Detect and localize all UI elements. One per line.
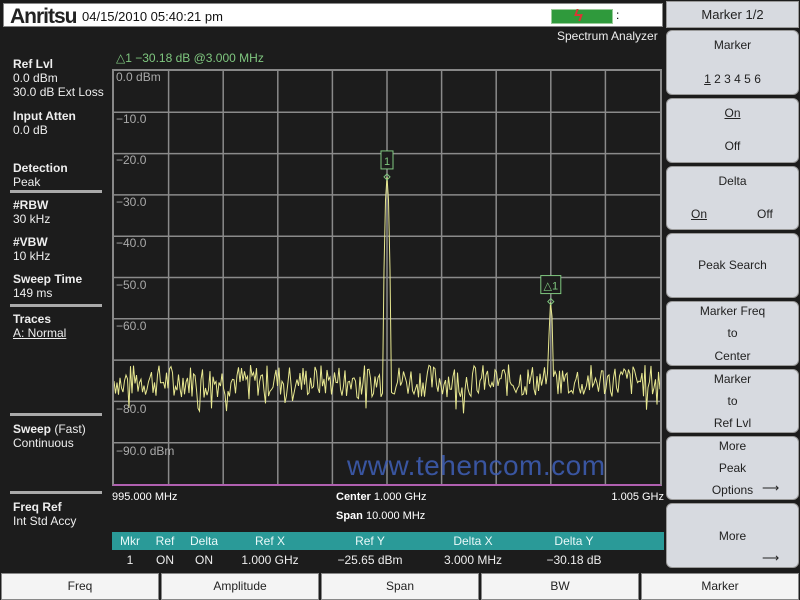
more-peak-options-button[interactable]: More Peak Options ⟶ bbox=[666, 436, 799, 500]
delta-button[interactable]: Delta On Off bbox=[666, 166, 799, 230]
y-tick-label: −40.0 bbox=[116, 236, 147, 250]
span: Span 10.000 MHz bbox=[336, 510, 426, 522]
marker-label: 1 bbox=[384, 156, 390, 168]
arrow-right-icon: ⟶ bbox=[762, 551, 780, 565]
table-cell: 1.000 GHz bbox=[241, 553, 299, 567]
start-freq: 995.000 MHz bbox=[112, 491, 178, 503]
table-row: 1 ON ON 1.000 GHz −25.65 dBm 3.000 MHz −30.18 … bbox=[112, 550, 664, 570]
menu-amplitude[interactable]: Amplitude bbox=[161, 573, 319, 600]
menu-span[interactable]: Span bbox=[321, 573, 479, 600]
marker-label: △1 bbox=[544, 281, 559, 293]
marker-on-off-button[interactable]: On Off bbox=[666, 98, 799, 163]
battery-indicator: : bbox=[616, 8, 620, 22]
column-header: Ref bbox=[155, 534, 175, 548]
column-header: Delta Y bbox=[554, 534, 594, 548]
divider bbox=[10, 491, 102, 494]
table-cell: ON bbox=[195, 553, 213, 567]
arrow-right-icon: ⟶ bbox=[762, 481, 780, 495]
divider bbox=[10, 190, 102, 193]
y-tick-label: −10.0 bbox=[116, 111, 147, 126]
table-cell: −25.65 dBm bbox=[337, 553, 403, 567]
divider bbox=[10, 413, 102, 416]
column-header: Delta bbox=[189, 534, 218, 548]
spectrum-plot[interactable]: 1 △1 bbox=[112, 69, 662, 486]
vbw: #VBW 10 kHz bbox=[13, 235, 51, 263]
detection: Detection Peak bbox=[13, 161, 68, 189]
y-tick-label: −60.0 bbox=[116, 319, 147, 333]
y-tick-label: −80.0 bbox=[116, 402, 147, 416]
table-cell: −30.18 dB bbox=[546, 553, 602, 567]
rbw: #RBW 30 kHz bbox=[13, 198, 51, 226]
marker-table: Mkr Ref Delta Ref X Ref Y Delta X Delta Y 1 ON O… bbox=[112, 532, 664, 570]
datetime: 04/15/2010 05:40:21 pm bbox=[82, 9, 223, 24]
anritsu-logo: Anritsu bbox=[10, 5, 77, 28]
watermark: www.tehencom.com bbox=[347, 450, 606, 481]
center-freq: Center 1.000 GHz bbox=[336, 491, 427, 503]
divider bbox=[10, 304, 102, 307]
marker-freq-to-center-button[interactable]: Marker Freq to Center bbox=[666, 301, 799, 366]
column-header: Ref X bbox=[254, 534, 285, 548]
battery-charging-icon: ϟ bbox=[551, 6, 613, 25]
column-header: Ref Y bbox=[355, 534, 385, 548]
sweep-time: Sweep Time 149 ms bbox=[13, 272, 83, 300]
table-header: Mkr Ref Delta Ref X Ref Y Delta X Delta Y bbox=[112, 532, 664, 550]
stop-freq: 1.005 GHz bbox=[611, 491, 664, 503]
y-tick-label: 0.0 dBm bbox=[116, 70, 161, 84]
marker-readout: △1 −30.18 dB @3.000 MHz bbox=[116, 51, 264, 65]
peak-search-button[interactable]: Peak Search bbox=[666, 233, 799, 298]
y-tick-label: −90.0 dBm bbox=[116, 443, 175, 458]
mode-label: Spectrum Analyzer bbox=[557, 29, 658, 43]
sweep: Sweep (Fast) Continuous bbox=[13, 422, 86, 450]
title-bar: Anritsu 04/15/2010 05:40:21 pm ϟ : bbox=[3, 3, 663, 28]
column-header: Mkr bbox=[120, 534, 140, 548]
input-atten: Input Atten 0.0 dB bbox=[13, 109, 76, 137]
y-tick-label: −20.0 bbox=[116, 153, 147, 167]
table-cell: ON bbox=[156, 553, 174, 567]
menu-freq[interactable]: Freq bbox=[1, 573, 159, 600]
column-header: Delta X bbox=[453, 534, 493, 548]
y-tick-label: −50.0 bbox=[116, 277, 147, 292]
softkey-menu-title: Marker 1/2 bbox=[666, 1, 799, 28]
freq-ref: Freq Ref Int Std Accy bbox=[13, 500, 77, 528]
traces: Traces A: Normal bbox=[13, 312, 67, 340]
y-tick-label: −30.0 bbox=[116, 194, 147, 209]
menu-marker[interactable]: Marker bbox=[641, 573, 799, 600]
marker-select-button[interactable]: Marker 1 2 3 4 5 6 bbox=[666, 30, 799, 95]
menu-bw[interactable]: BW bbox=[481, 573, 639, 600]
more-button[interactable]: More ⟶ bbox=[666, 503, 799, 568]
table-cell: 3.000 MHz bbox=[443, 553, 503, 567]
marker-to-ref-lvl-button[interactable]: Marker to Ref Lvl bbox=[666, 369, 799, 433]
ref-level: Ref Lvl 0.0 dBm 30.0 dB Ext Loss bbox=[13, 57, 104, 99]
table-cell: 1 bbox=[126, 553, 134, 567]
